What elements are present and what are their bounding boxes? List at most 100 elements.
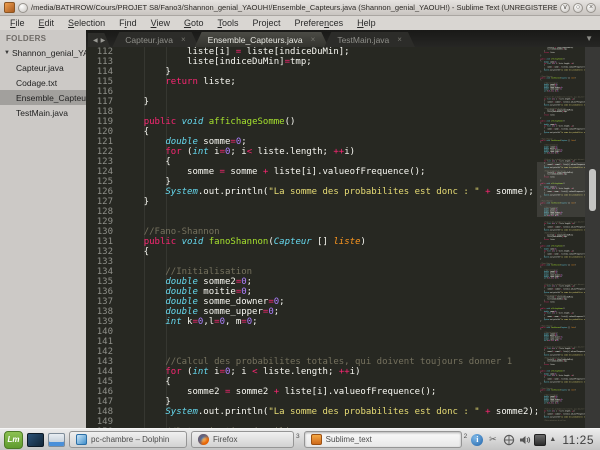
line-content [122,327,537,337]
code-line[interactable]: 125 } [86,177,537,187]
network-icon[interactable] [502,433,515,446]
code-line[interactable]: 120 { [86,127,537,137]
code-line[interactable]: 144 for (int i=0; i < liste.length; ++i) [86,367,537,377]
code-line[interactable]: 128 [86,207,537,217]
code-line[interactable]: 147 } [86,397,537,407]
line-number: 141 [96,337,113,347]
menu-tools[interactable]: Tools [218,18,239,28]
tab-scroll-arrows[interactable]: ◀ ▶ [88,33,110,47]
menu-edit[interactable]: Edit [39,18,55,28]
tab-close-icon[interactable]: × [181,35,186,44]
code-line[interactable]: 114 } [86,67,537,77]
code-line[interactable]: 122 for (int i=0; i< liste.length; ++i) [86,147,537,157]
code-line[interactable]: 146 somme2 = somme2 + liste[i].valueofFr… [86,387,537,397]
code-line[interactable]: 143 //Calcul des probabilites totales, q… [86,357,537,367]
minimap[interactable]: liste[i] = liste[indiceDuMin]; liste[ind… [537,47,585,428]
tab-testmain-java[interactable]: TestMain.java × [324,32,415,47]
tab-ensemble-capteurs-java[interactable]: Ensemble_Capteurs.java × [195,32,329,47]
line-content: } [122,97,150,107]
tab-close-icon[interactable]: × [311,35,316,44]
sidebar-file-testmain-java[interactable]: TestMain.java [0,105,86,120]
line-number: 134 [96,267,113,277]
menu-goto[interactable]: Goto [184,18,204,28]
sidebar-file-ensemble-capteurs-java[interactable]: Ensemble_Capteurs.java [0,90,86,105]
code-line[interactable]: 142 [86,347,537,357]
window-menu-button[interactable] [18,2,28,13]
mint-menu-button[interactable]: Lm [4,430,23,449]
menu-find[interactable]: Find [119,18,137,28]
tab-scroll-left-icon[interactable]: ◀ [93,37,98,44]
code-line[interactable]: 138 double somme_upper=0; [86,307,537,317]
volume-icon[interactable] [518,433,531,446]
line-number: 117 [96,97,113,107]
code-line[interactable]: 112 liste[i] = liste[indiceDuMin]; [86,47,537,57]
code-editor[interactable]: 112 liste[i] = liste[indiceDuMin]; 113 li… [86,47,600,428]
code-line[interactable]: 116 [86,87,537,97]
code-line[interactable]: 124 somme = somme + liste[i].valueofFreq… [86,167,537,177]
code-line[interactable]: 135 double somme2=0; [86,277,537,287]
code-lines[interactable]: 112 liste[i] = liste[indiceDuMin]; 113 li… [86,47,537,428]
code-line[interactable]: 119 public void affichageSomme() [86,117,537,127]
code-line[interactable]: 126 System.out.println("La somme des pro… [86,187,537,197]
line-number: 118 [96,107,113,117]
maximize-button[interactable]: ○ [573,2,583,13]
code-line[interactable]: 149 [86,417,537,427]
code-line[interactable]: 134 //Initialisation [86,267,537,277]
task-badge: 3 [296,433,300,440]
tab-capteur-java[interactable]: Capteur.java × [112,32,198,47]
scrollbar-thumb[interactable] [589,169,596,211]
code-line[interactable]: 133 [86,257,537,267]
taskbar-button-sublime[interactable]: Sublime_text [303,431,462,448]
scrollbar-track[interactable] [585,47,600,428]
code-line[interactable]: 129 [86,217,537,227]
code-line[interactable]: 139 int k=0,l=0, m=0; [86,317,537,327]
device-tray-icon[interactable] [534,433,547,446]
code-line[interactable]: 131 public void fanoShannon(Capteur [] l… [86,237,537,247]
menu-selection[interactable]: Selection [68,18,105,28]
close-button[interactable]: × [586,2,596,13]
tabs: Capteur.java × Ensemble_Capteurs.java × Test… [112,32,411,47]
code-line[interactable]: 118 [86,107,537,117]
code-line[interactable]: 148 System.out.println("La somme des pro… [86,407,537,417]
tab-scroll-right-icon[interactable]: ▶ [101,37,106,44]
folder-expand-icon[interactable]: ▼ [4,50,10,56]
tray-expand-icon[interactable]: ▲ [549,436,556,443]
line-number: 149 [96,417,113,427]
sidebar-file-codage-txt[interactable]: Codage.txt [0,75,86,90]
menu-preferences[interactable]: Preferences [295,18,344,28]
line-content: public void affichageSomme() [143,117,296,127]
folder-root[interactable]: ▼ Shannon_genial_YAOUH! [0,46,86,60]
tab-overflow-icon[interactable]: ▼ [585,34,593,43]
code-line[interactable]: 130 //Fano-Shannon [86,227,537,237]
sidebar-file-capteur-java[interactable]: Capteur.java [0,60,86,75]
menu-file[interactable]: File [10,18,25,28]
code-line[interactable]: 132 { [86,247,537,257]
taskbar-button-firefox[interactable]: Firefox [191,431,294,448]
code-line[interactable]: 137 double somme_downer=0; [86,297,537,307]
code-line[interactable]: 121 double somme=0; [86,137,537,147]
taskbar-button-dolphin[interactable]: pc-chambre – Dolphin [69,431,187,448]
notifications-icon[interactable]: i [471,433,484,446]
code-line[interactable]: 145 { [86,377,537,387]
code-line[interactable]: 141 [86,337,537,347]
code-line[interactable]: 127 } [86,197,537,207]
menu-project[interactable]: Project [253,18,281,28]
line-number: 144 [96,367,113,377]
menu-view[interactable]: View [151,18,170,28]
show-desktop-icon[interactable] [27,432,44,447]
code-line[interactable]: 136 double moitie=0; [86,287,537,297]
tab-close-icon[interactable]: × [397,35,402,44]
code-line[interactable]: 123 { [86,157,537,167]
code-line[interactable]: 113 liste[indiceDuMin]=tmp; [86,57,537,67]
clock[interactable]: 11:25 [562,433,594,447]
minimap-viewport[interactable] [537,162,585,217]
code-line[interactable]: 115 return liste; [86,77,537,87]
menu-help[interactable]: Help [357,18,376,28]
line-content [122,337,537,347]
line-content: return liste; [165,77,236,87]
minimize-button[interactable]: ∨ [560,2,570,13]
file-manager-launcher-icon[interactable] [48,432,65,447]
code-line[interactable]: 140 [86,327,537,337]
code-line[interactable]: 117 } [86,97,537,107]
klipper-scissors-icon[interactable]: ✂ [486,433,499,446]
